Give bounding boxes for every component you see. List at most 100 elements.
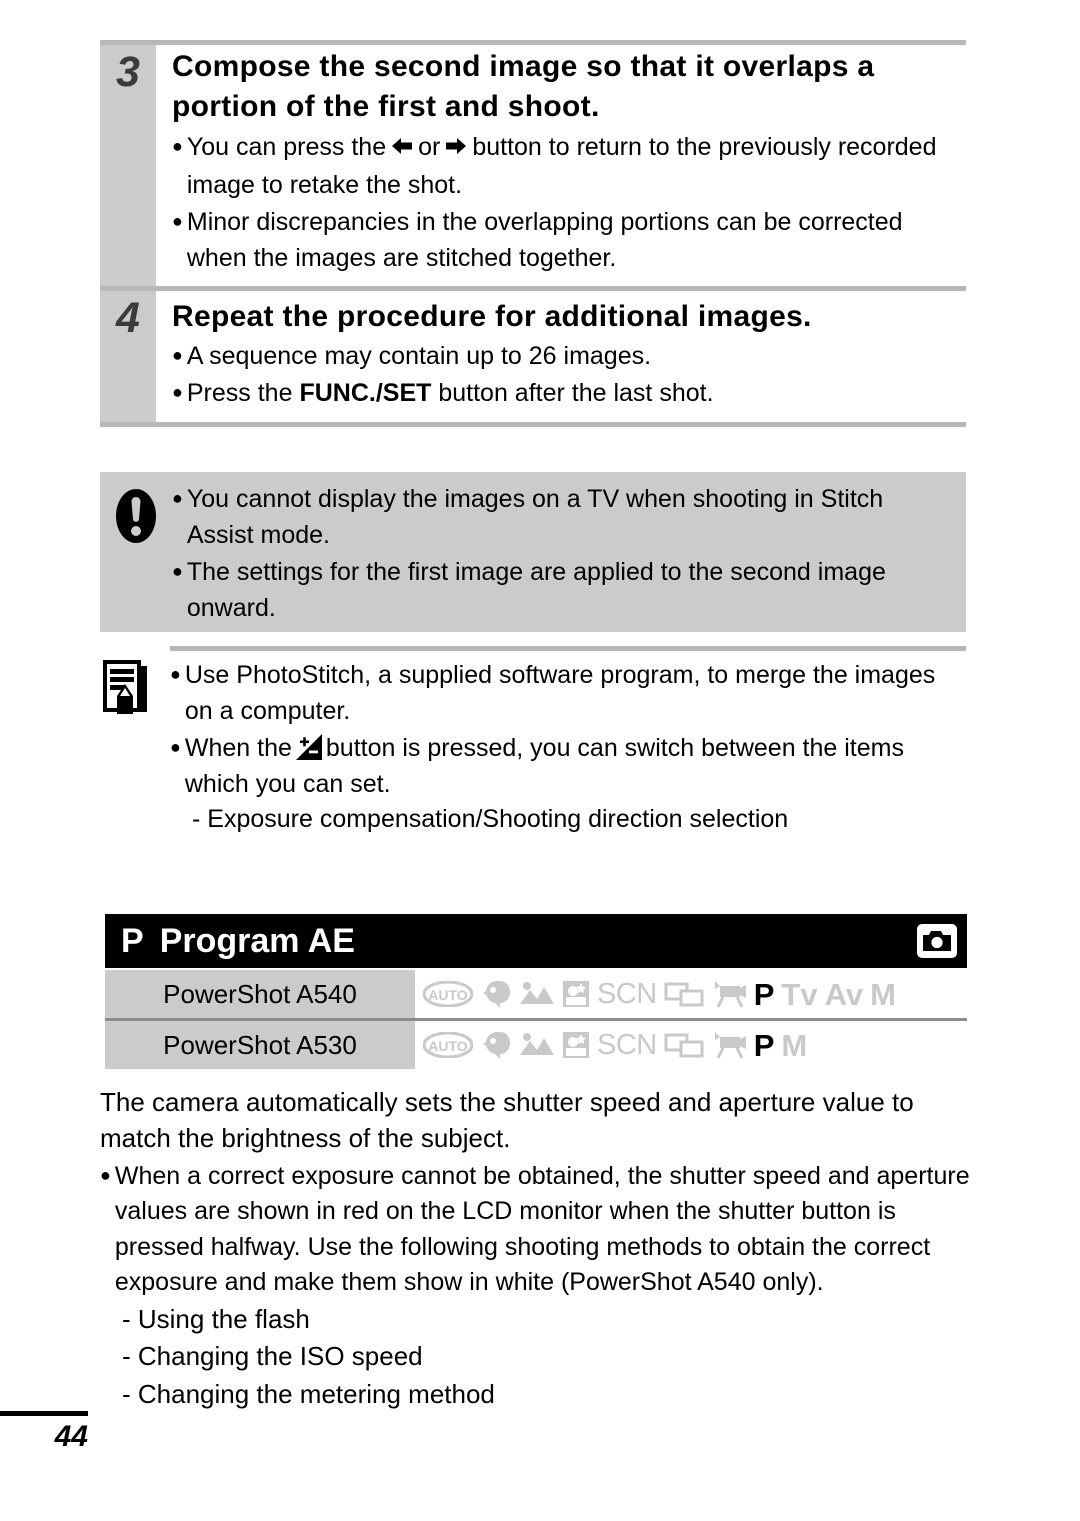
bullet-dot-icon: ● bbox=[172, 136, 183, 157]
section-body: The camera automatically sets the shutte… bbox=[100, 1084, 990, 1414]
scn-mode-label: SCN bbox=[597, 1028, 657, 1061]
step-4-bullet-2-pre: Press the bbox=[186, 379, 293, 408]
warning-icon-cell bbox=[100, 472, 172, 544]
scn-mode-label: SCN bbox=[597, 977, 657, 1010]
camera-icon bbox=[917, 924, 957, 958]
step-3: 3 Compose the second image so that it ov… bbox=[100, 45, 966, 287]
exposure-compensation-icon bbox=[295, 734, 322, 760]
camera-model-a530: PowerShot A530 bbox=[105, 1021, 415, 1069]
warning-body: ● You cannot display the images on a TV … bbox=[172, 472, 966, 626]
svg-text:AUTO: AUTO bbox=[428, 1038, 468, 1054]
night-snapshot-mode-icon bbox=[562, 1030, 590, 1060]
step-4-bullet-1-text: A sequence may contain up to 26 images. bbox=[186, 341, 652, 370]
bullet-dot-icon: ● bbox=[172, 344, 183, 365]
func-set-button-label: FUNC./SET bbox=[299, 379, 432, 408]
av-mode-label: Av bbox=[824, 976, 864, 1012]
step-4: 4 Repeat the procedure for additional im… bbox=[100, 291, 966, 422]
table-row: PowerShot A540 AUTO SCN P Tv Av M bbox=[105, 970, 967, 1018]
bullet-dot-icon: ● bbox=[100, 1164, 111, 1185]
table-row: PowerShot A530 AUTO SCN P M bbox=[105, 1018, 967, 1069]
body-bullet-1-text: When a correct exposure cannot be obtain… bbox=[114, 1161, 970, 1297]
bullet-dot-icon: ● bbox=[172, 211, 183, 232]
step-3-number: 3 bbox=[116, 48, 140, 96]
section-header: P Program AE bbox=[105, 914, 967, 968]
portrait-mode-icon bbox=[480, 979, 512, 1009]
manual-mode-label: M bbox=[781, 1027, 808, 1063]
note-divider bbox=[170, 646, 966, 651]
warning-bullet-1: ● You cannot display the images on a TV … bbox=[172, 482, 948, 553]
section-title: Program AE bbox=[159, 922, 355, 960]
warning-bullet-2: ● The settings for the first image are a… bbox=[172, 555, 948, 626]
step-3-number-column: 3 bbox=[100, 45, 156, 287]
step-3-bullet-2-text: Minor discrepancies in the overlapping p… bbox=[186, 208, 903, 272]
stitch-assist-mode-icon bbox=[664, 980, 704, 1008]
note-inner: ● Use PhotoStitch, a supplied software p… bbox=[100, 646, 966, 838]
bullet-dot-icon: ● bbox=[172, 382, 183, 403]
divider-bottom bbox=[100, 421, 966, 427]
note-box: ● Use PhotoStitch, a supplied software p… bbox=[100, 646, 966, 838]
step-4-bullet-2-post: button after the last shot. bbox=[438, 379, 714, 408]
step-4-bullet-2-text: Press the FUNC./SET button after the las… bbox=[187, 376, 966, 412]
program-mode-label: P bbox=[753, 976, 775, 1012]
step-3-bullet-2: ● Minor discrepancies in the overlapping… bbox=[172, 205, 966, 276]
steps-container: 3 Compose the second image so that it ov… bbox=[100, 40, 966, 427]
mode-availability-table: PowerShot A540 AUTO SCN P Tv Av M PowerS… bbox=[105, 970, 967, 1069]
step-4-title: Repeat the procedure for additional imag… bbox=[172, 300, 812, 334]
body-bullet-1: ● When a correct exposure cannot be obta… bbox=[100, 1159, 990, 1301]
section-mode-letter: P bbox=[121, 922, 144, 960]
note-sub-item-1: - Exposure compensation/Shooting directi… bbox=[192, 805, 789, 833]
program-mode-label: P bbox=[753, 1027, 775, 1063]
movie-mode-icon bbox=[711, 1030, 747, 1060]
bullet-dot-icon: ● bbox=[170, 664, 181, 684]
bullet-dot-icon: ● bbox=[170, 737, 181, 757]
night-snapshot-mode-icon bbox=[562, 979, 590, 1009]
note-icon-cell bbox=[100, 656, 170, 723]
manual-mode-label: M bbox=[870, 976, 896, 1012]
bullet-dot-icon: ● bbox=[172, 561, 183, 581]
body-intro-paragraph: The camera automatically sets the shutte… bbox=[100, 1087, 914, 1154]
exclamation-icon bbox=[116, 489, 156, 543]
note-bullet-2-post: button is pressed, you can switch betwee… bbox=[184, 734, 904, 798]
note-bullet-1: ● Use PhotoStitch, a supplied software p… bbox=[170, 658, 966, 729]
stitch-assist-mode-icon bbox=[664, 1031, 704, 1059]
body-sub-item-2: - Changing the ISO speed bbox=[122, 1341, 423, 1372]
body-sub-item-1: - Using the flash bbox=[122, 1303, 310, 1334]
step-4-body: Repeat the procedure for additional imag… bbox=[156, 291, 966, 422]
step-3-bullet-1: ● You can press the or button to return to… bbox=[172, 130, 966, 203]
manual-page: 3 Compose the second image so that it ov… bbox=[0, 0, 1080, 1521]
warning-box: ● You cannot display the images on a TV … bbox=[100, 472, 966, 632]
mode-icons-a540: AUTO SCN P Tv Av M bbox=[415, 970, 967, 1018]
note-bullet-1-text: Use PhotoStitch, a supplied software pro… bbox=[184, 661, 936, 725]
mode-icons-a530: AUTO SCN P M bbox=[415, 1021, 967, 1069]
note-bullet-2-pre: When the bbox=[184, 734, 292, 762]
step-3-bullet-1-text: You can press the or button to return to t… bbox=[187, 130, 966, 203]
page-number-rule bbox=[0, 1411, 88, 1416]
step-4-bullet-2: ● Press the FUNC./SET button after the l… bbox=[172, 376, 966, 412]
auto-mode-icon: AUTO bbox=[423, 1032, 473, 1058]
svg-text:AUTO: AUTO bbox=[428, 987, 468, 1003]
auto-mode-icon: AUTO bbox=[423, 981, 473, 1007]
portrait-mode-icon bbox=[480, 1030, 512, 1060]
step-3-bullet-1-mid: or bbox=[418, 133, 441, 162]
note-bullet-2: ● When the button is pressed, you can swi… bbox=[170, 731, 966, 802]
note-body: ● Use PhotoStitch, a supplied software p… bbox=[170, 656, 966, 838]
warning-bullet-1-text: You cannot display the images on a TV wh… bbox=[186, 485, 884, 549]
landscape-mode-icon bbox=[519, 1031, 555, 1059]
note-bullet-2-text: When the button is pressed, you can switc… bbox=[185, 731, 966, 802]
step-3-title: Compose the second image so that it over… bbox=[172, 50, 875, 123]
tv-mode-label: Tv bbox=[781, 976, 818, 1012]
step-3-body: Compose the second image so that it over… bbox=[156, 45, 966, 287]
camera-model-a540: PowerShot A540 bbox=[105, 970, 415, 1018]
step-3-bullet-1-pre: You can press the bbox=[186, 133, 387, 162]
step-4-number: 4 bbox=[116, 294, 140, 343]
bullet-dot-icon: ● bbox=[172, 488, 183, 508]
memo-icon bbox=[103, 660, 147, 714]
right-arrow-icon bbox=[444, 132, 468, 168]
landscape-mode-icon bbox=[519, 980, 555, 1008]
warning-bullet-2-text: The settings for the first image are app… bbox=[186, 558, 886, 622]
left-arrow-icon bbox=[390, 132, 414, 168]
step-4-bullet-1: ● A sequence may contain up to 26 images… bbox=[172, 339, 966, 375]
movie-mode-icon bbox=[711, 979, 747, 1009]
step-4-number-column: 4 bbox=[100, 291, 156, 422]
page-number: 44 bbox=[54, 1420, 88, 1453]
